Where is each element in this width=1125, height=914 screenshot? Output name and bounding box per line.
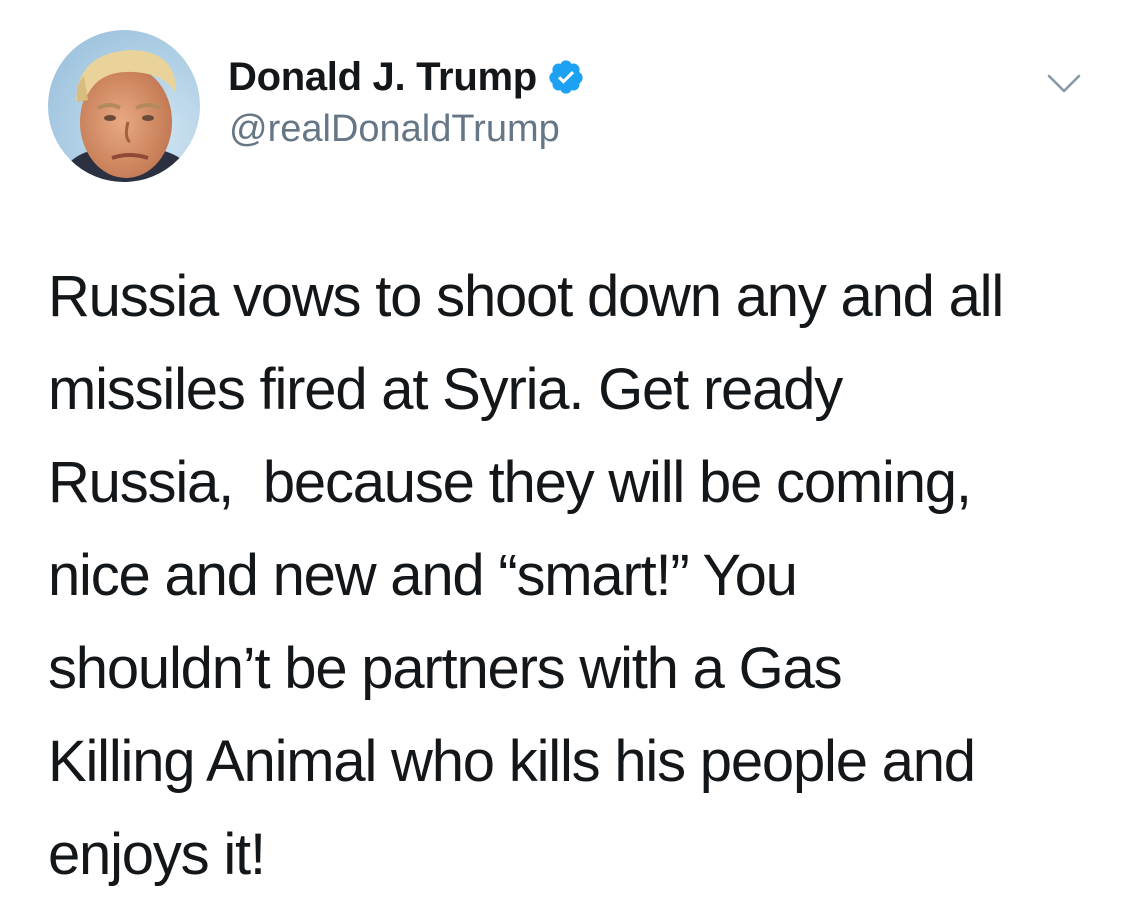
tweet-text-line: Russia, because they will be coming,: [48, 450, 972, 515]
tweet-text-line: missiles fired at Syria. Get ready: [48, 357, 843, 422]
tweet-text: Russia vows to shoot down any and all mi…: [48, 250, 1098, 901]
profile-photo: [48, 30, 200, 182]
verified-badge-icon: [547, 58, 585, 96]
author-name-row[interactable]: Donald J. Trump: [228, 52, 585, 102]
avatar[interactable]: [48, 30, 200, 182]
tweet-text-line: Killing Animal who kills his people and: [48, 729, 976, 794]
tweet-text-line: enjoys it!: [48, 822, 266, 887]
tweet-text-line: nice and new and “smart!” You: [48, 543, 798, 608]
author-display-name[interactable]: Donald J. Trump: [228, 55, 537, 100]
author-handle[interactable]: @realDonaldTrump: [229, 108, 560, 151]
tweet-text-line: Russia vows to shoot down any and all: [48, 264, 1004, 329]
tweet-text-line: shouldn’t be partners with a Gas: [48, 636, 843, 701]
chevron-down-icon[interactable]: [1046, 72, 1082, 96]
tweet-card[interactable]: Donald J. Trump @realDonaldTrump Russia …: [0, 0, 1125, 914]
